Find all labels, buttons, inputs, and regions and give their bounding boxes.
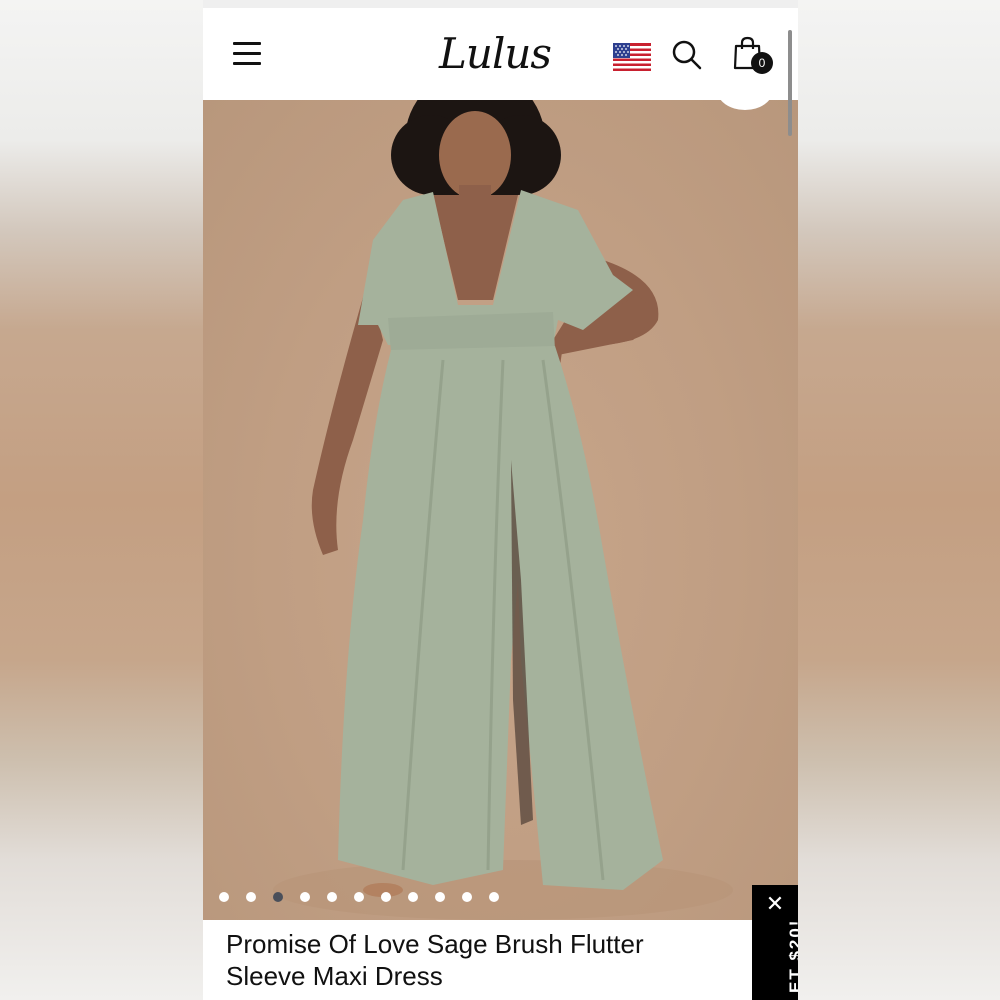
hamburger-menu-button[interactable] — [233, 42, 263, 66]
mobile-screen: Lulus 0 Promise Of Love Sage Brush Flutt… — [203, 0, 798, 1000]
gallery-dot[interactable] — [246, 892, 256, 902]
status-strip — [203, 0, 798, 8]
menu-line-icon — [233, 62, 261, 65]
gallery-dot[interactable] — [435, 892, 445, 902]
cart-count-badge: 0 — [751, 52, 773, 74]
product-info: Promise Of Love Sage Brush Flutter Sleev… — [203, 920, 798, 1000]
model-in-dress-image — [273, 100, 733, 920]
us-flag-icon[interactable] — [613, 43, 651, 73]
search-icon — [672, 40, 702, 70]
gallery-dot[interactable] — [462, 892, 472, 902]
gallery-dot[interactable] — [489, 892, 499, 902]
shopping-bag-button[interactable]: 0 — [733, 36, 777, 80]
gallery-dot[interactable] — [408, 892, 418, 902]
gallery-dot[interactable] — [354, 892, 364, 902]
product-image[interactable] — [203, 100, 798, 920]
promo-text: ET $20! — [786, 918, 798, 993]
lulus-logo[interactable]: Lulus — [439, 26, 559, 82]
gallery-dot-active[interactable] — [273, 892, 283, 902]
menu-line-icon — [233, 52, 261, 55]
gallery-dot[interactable] — [327, 892, 337, 902]
blurred-background-right — [798, 0, 1000, 1000]
gallery-pagination — [219, 892, 499, 904]
scrollbar[interactable] — [788, 30, 792, 136]
promo-tab[interactable]: ✕ ET $20! — [752, 885, 798, 1000]
product-title-line-2: Sleeve Maxi Dress — [226, 961, 443, 991]
menu-line-icon — [233, 42, 261, 45]
blurred-background-left — [0, 0, 203, 1000]
product-title: Promise Of Love Sage Brush Flutter Sleev… — [226, 928, 726, 992]
product-title-line-1: Promise Of Love Sage Brush Flutter — [226, 929, 644, 959]
gallery-dot[interactable] — [300, 892, 310, 902]
site-header: Lulus 0 — [203, 8, 798, 100]
close-icon[interactable]: ✕ — [765, 894, 785, 916]
gallery-dot[interactable] — [219, 892, 229, 902]
search-button[interactable] — [671, 39, 703, 71]
gallery-dot[interactable] — [381, 892, 391, 902]
